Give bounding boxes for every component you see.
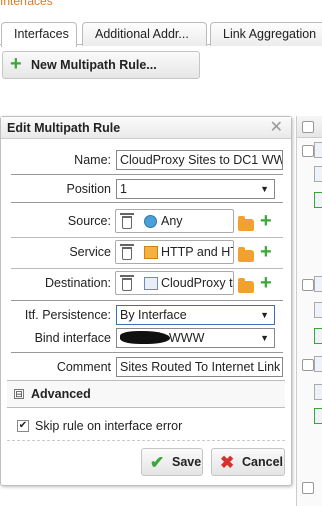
edit-multipath-rule-dialog: Edit Multipath Rule ✕ Name: CloudProxy S… (0, 116, 292, 486)
network-object-icon (144, 277, 158, 290)
list-item[interactable] (314, 142, 322, 158)
row-checkbox[interactable] (302, 279, 314, 291)
position-select[interactable]: 1 ▼ (116, 179, 275, 199)
tab-bar: Interfaces Additional Addr... Link Aggre… (0, 18, 322, 47)
new-multipath-rule-label: New Multipath Rule... (31, 58, 157, 72)
divider (11, 300, 283, 301)
position-label: Position (66, 182, 111, 196)
row-checkbox[interactable] (302, 482, 314, 494)
bind-interface-value: WWW (169, 331, 205, 345)
dropdown-arrow-icon: ▼ (260, 333, 269, 343)
row-checkbox[interactable] (302, 145, 314, 157)
list-item[interactable] (314, 166, 322, 182)
add-destination-icon[interactable]: + (260, 273, 272, 293)
breadcrumb[interactable]: Interfaces (0, 0, 53, 8)
divider (11, 202, 283, 203)
list-item[interactable] (314, 356, 322, 372)
close-icon[interactable]: ✕ (270, 117, 283, 139)
list-item[interactable] (314, 408, 322, 424)
close-icon: ✖ (220, 453, 235, 472)
redacted-mark (120, 331, 170, 344)
save-label: Save (172, 455, 202, 469)
divider (11, 352, 283, 353)
comment-field[interactable]: Sites Routed To Internet Link - WWW (116, 357, 283, 377)
row-divider (11, 268, 283, 269)
source-label: Source: (67, 214, 111, 228)
comment-label: Comment (56, 360, 111, 374)
trash-icon[interactable] (120, 244, 134, 260)
trash-icon[interactable] (120, 275, 134, 291)
plus-icon: + (10, 53, 22, 75)
cancel-label: Cancel (242, 455, 283, 469)
position-value: 1 (120, 182, 127, 196)
rule-list-header (297, 116, 322, 138)
service-object-box[interactable]: HTTP and HTTPS (115, 240, 234, 264)
source-object-box[interactable]: Any (115, 209, 234, 233)
bind-interface-select[interactable]: WWW ▼ (116, 328, 275, 348)
folder-icon[interactable] (238, 247, 254, 262)
rule-list-background (296, 116, 322, 506)
collapse-icon[interactable]: ⊟ (14, 389, 24, 399)
name-field[interactable]: CloudProxy Sites to DC1 WWW (116, 150, 283, 170)
list-item[interactable] (314, 384, 322, 400)
folder-icon[interactable] (238, 216, 254, 231)
persistence-label: Itf. Persistence: (24, 308, 111, 322)
trash-icon[interactable] (120, 213, 134, 229)
tab-additional-addresses[interactable]: Additional Addr... (82, 22, 207, 46)
skip-rule-label[interactable]: Skip rule on interface error (35, 416, 182, 436)
dropdown-arrow-icon: ▼ (260, 310, 269, 320)
add-service-icon[interactable]: + (260, 242, 272, 262)
add-source-icon[interactable]: + (260, 211, 272, 231)
source-value: Any (161, 214, 183, 228)
list-item[interactable] (314, 192, 322, 208)
check-icon: ✔ (150, 453, 165, 472)
folder-icon[interactable] (238, 278, 254, 293)
list-item[interactable] (314, 328, 322, 344)
globe-icon (144, 215, 157, 228)
destination-label: Destination: (44, 276, 111, 290)
row-divider (11, 237, 283, 238)
save-button[interactable]: ✔ Save (141, 448, 203, 476)
advanced-section-body: ✔ Skip rule on interface error (7, 408, 285, 441)
destination-value: CloudProxy to DC1 (161, 276, 233, 290)
persistence-select[interactable]: By Interface ▼ (116, 305, 275, 325)
new-multipath-rule-button[interactable]: + New Multipath Rule... (2, 51, 200, 79)
tab-interfaces[interactable]: Interfaces (1, 22, 77, 47)
name-label: Name: (74, 153, 111, 167)
destination-object-box[interactable]: CloudProxy to DC1 (115, 271, 234, 295)
list-item[interactable] (314, 276, 322, 292)
advanced-title: Advanced (31, 387, 91, 401)
cancel-button[interactable]: ✖ Cancel (211, 448, 285, 476)
select-all-checkbox[interactable] (302, 121, 314, 133)
tab-link-aggregation[interactable]: Link Aggregation (210, 22, 322, 46)
list-item[interactable] (314, 302, 322, 318)
advanced-section-header[interactable]: ⊟ Advanced (7, 380, 285, 408)
persistence-value: By Interface (120, 308, 187, 322)
divider (11, 174, 283, 175)
service-icon (144, 246, 158, 259)
service-label: Service (69, 245, 111, 259)
bind-interface-label: Bind interface (34, 331, 111, 345)
service-value: HTTP and HTTPS (161, 245, 233, 259)
dialog-title: Edit Multipath Rule (1, 117, 291, 139)
dropdown-arrow-icon: ▼ (260, 184, 269, 194)
skip-rule-checkbox[interactable]: ✔ (17, 420, 29, 432)
row-checkbox[interactable] (302, 359, 314, 371)
